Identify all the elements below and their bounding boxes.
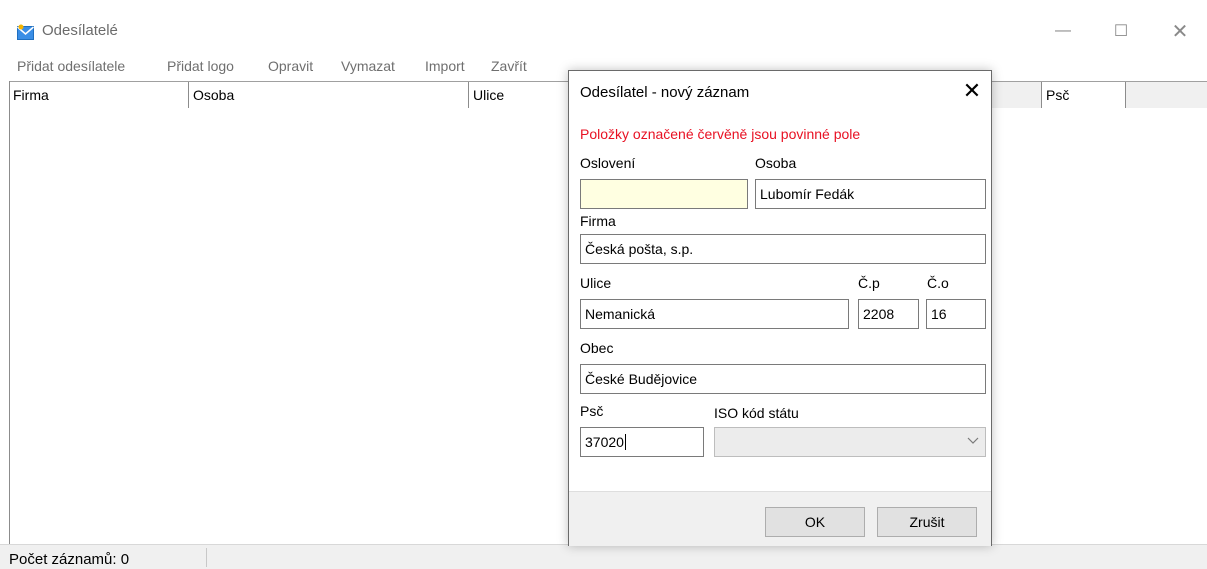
dialog-titlebar: Odesílatel - nový záznam ✕ — [569, 71, 991, 113]
grid-left-border — [9, 81, 10, 544]
chevron-down-icon — [967, 433, 979, 449]
cp-field[interactable]: 2208 — [858, 299, 919, 329]
ok-button[interactable]: OK — [765, 507, 865, 537]
osoba-field[interactable]: Lubomír Fedák — [755, 179, 986, 209]
close-window-button[interactable]: ✕ — [1157, 14, 1203, 48]
label-ulice: Ulice — [580, 275, 612, 291]
status-separator — [206, 548, 207, 567]
cancel-button[interactable]: Zrušit — [877, 507, 977, 537]
label-osoba: Osoba — [755, 155, 797, 171]
label-firma: Firma — [580, 213, 616, 229]
obec-field[interactable]: České Budějovice — [580, 364, 986, 394]
dialog-close-icon[interactable]: ✕ — [957, 76, 987, 106]
record-count: Počet záznamů: 0 — [9, 551, 130, 568]
label-co: Č.o — [927, 275, 949, 291]
minimize-button[interactable]: — — [1040, 14, 1086, 48]
window-title: Odesílatelé — [42, 22, 118, 39]
label-iso: ISO kód státu — [714, 405, 799, 421]
required-fields-note: Položky označené červěně jsou povinné po… — [580, 126, 861, 142]
menu-add-logo[interactable]: Přidat logo — [167, 58, 234, 74]
label-cp: Č.p — [858, 275, 880, 291]
column-header-osoba[interactable]: Osoba — [189, 82, 469, 108]
label-obec: Obec — [580, 340, 614, 356]
label-osloveni: Oslovení — [580, 155, 636, 171]
co-field[interactable]: 16 — [926, 299, 986, 329]
column-header-psc[interactable]: Psč — [1041, 82, 1126, 108]
maximize-button[interactable]: ☐ — [1098, 14, 1144, 48]
menu-edit[interactable]: Opravit — [268, 58, 313, 74]
firma-field[interactable]: Česká pošta, s.p. — [580, 234, 986, 264]
dialog-body: Položky označené červěně jsou povinné po… — [569, 113, 991, 491]
label-psc: Psč — [580, 403, 604, 419]
mail-envelope-icon — [17, 24, 34, 40]
dialog-footer: OK Zrušit — [569, 491, 991, 546]
ulice-field[interactable]: Nemanická — [580, 299, 849, 329]
iso-country-select[interactable] — [714, 427, 986, 457]
menu-delete[interactable]: Vymazat — [341, 58, 395, 74]
column-header-firma[interactable]: Firma — [9, 82, 189, 108]
dialog-title: Odesílatel - nový záznam — [580, 84, 750, 101]
window-titlebar: Odesílatelé — ☐ ✕ — [0, 0, 1207, 50]
status-bar: Počet záznamů: 0 — [0, 544, 1207, 569]
osloveni-field[interactable] — [580, 179, 748, 209]
psc-field[interactable]: 37020 — [580, 427, 704, 457]
menu-close[interactable]: Zavřít — [491, 58, 527, 74]
menu-add-sender[interactable]: Přidat odesílatele — [17, 58, 125, 74]
new-sender-dialog: Odesílatel - nový záznam ✕ Položky označ… — [568, 70, 992, 546]
menu-import[interactable]: Import — [425, 58, 465, 74]
